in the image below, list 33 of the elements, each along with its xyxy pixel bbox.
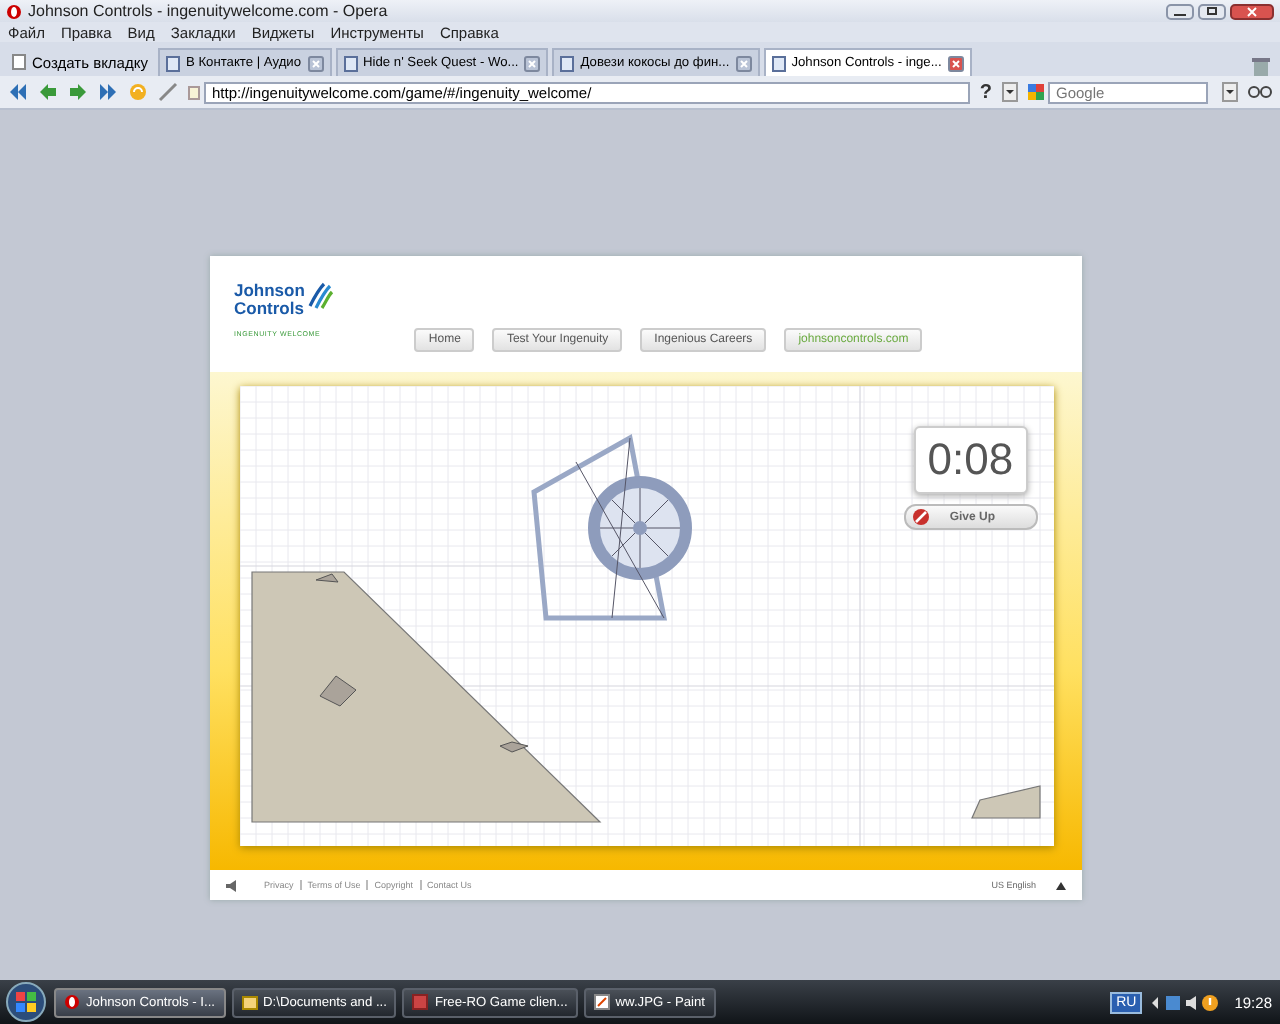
rewind-icon[interactable]: [8, 82, 28, 102]
opera-logo-icon: [6, 3, 22, 19]
start-button[interactable]: [4, 982, 48, 1022]
google-icon: [1028, 84, 1044, 100]
back-icon[interactable]: [38, 82, 58, 102]
page-icon: [771, 55, 786, 71]
maximize-button[interactable]: [1198, 3, 1226, 19]
speaker-icon[interactable]: [226, 879, 238, 891]
timer-display: 0:08: [913, 426, 1028, 494]
page-icon: [12, 54, 26, 70]
window-title: Johnson Controls - ingenuitywelcome.com - Opera: [28, 2, 388, 20]
caret-icon[interactable]: [1056, 881, 1066, 889]
close-tab-icon[interactable]: [947, 55, 964, 71]
folder-icon: [241, 994, 258, 1010]
page-icon: [560, 55, 575, 71]
no-entry-icon: [911, 508, 930, 526]
logo-text: Johnson Controls: [234, 282, 305, 318]
glasses-icon[interactable]: [1248, 84, 1272, 100]
dropdown-icon[interactable]: [1002, 82, 1018, 102]
help-button[interactable]: ?: [979, 81, 992, 103]
dropdown-icon[interactable]: [1222, 82, 1238, 102]
opera-logo-icon: [64, 994, 80, 1010]
close-tab-icon[interactable]: [735, 55, 752, 71]
forward-icon[interactable]: [68, 82, 88, 102]
close-button[interactable]: [1230, 3, 1274, 19]
app-icon: [412, 994, 429, 1010]
paint-icon: [593, 994, 610, 1010]
close-tab-icon[interactable]: [524, 55, 541, 71]
minimize-button[interactable]: [1166, 3, 1194, 19]
page-icon: [343, 55, 358, 71]
fast-forward-icon[interactable]: [98, 82, 118, 102]
logo-stripes-icon: [306, 282, 335, 310]
close-tab-icon[interactable]: [307, 55, 324, 71]
